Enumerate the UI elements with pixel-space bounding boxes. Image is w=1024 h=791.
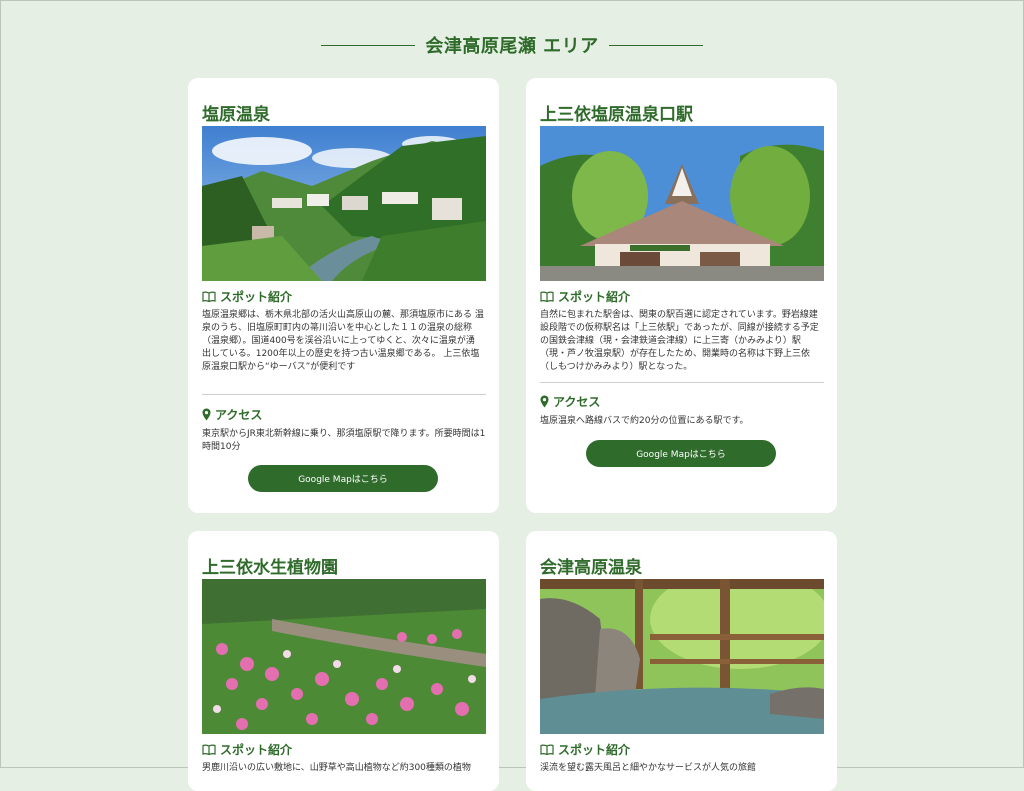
spot-description: 男鹿川沿いの広い敷地に、山野草や高山植物など約300種類の植物 (202, 763, 471, 773)
spot-card-kamimiyori-station: 上三依塩原温泉口駅 スポット紹介 自然に包まれた駅舎は、関東の駅百選に認定されて… (526, 78, 837, 513)
spot-intro-label: スポット紹介 (202, 288, 292, 305)
book-open-icon (202, 744, 216, 755)
access-text-label: アクセス (215, 408, 263, 422)
spot-card-aquatic-botanical-garden: 上三依水生植物園 スポット紹介 男鹿川沿いの広い敷地に、山野草や高山植物など約3… (188, 531, 499, 791)
spot-intro-text: スポット紹介 (220, 290, 293, 304)
map-pin-icon (540, 395, 549, 408)
spot-intro-label: スポット紹介 (202, 741, 292, 758)
card-title: 会津高原温泉 (540, 558, 642, 578)
divider (540, 382, 824, 383)
spot-intro-label: スポット紹介 (540, 288, 630, 305)
page-frame (0, 0, 1024, 768)
book-open-icon (202, 291, 216, 302)
photo-station-building (540, 126, 824, 281)
card-title: 塩原温泉 (202, 105, 270, 125)
spot-card-shiobara-onsen: 塩原温泉 スポット紹介 塩原温泉郷は、栃木県北部の活火山高原山の麓、那須塩原市に… (188, 78, 499, 513)
card-title: 上三依水生植物園 (202, 558, 338, 578)
book-open-icon (540, 744, 554, 755)
photo-shiobara-valley (202, 126, 486, 281)
book-open-icon (540, 291, 554, 302)
section-header: 会津高原尾瀬 エリア (0, 30, 1024, 60)
spot-intro-text: スポット紹介 (558, 290, 631, 304)
spot-description: 自然に包まれた駅舎は、関東の駅百選に認定されています。野岩線建設段階での仮称駅名… (540, 310, 819, 372)
access-label: アクセス (202, 406, 262, 423)
card-title: 上三依塩原温泉口駅 (540, 105, 693, 125)
map-pin-icon (202, 408, 211, 421)
access-description: 東京駅からJR東北新幹線に乗り、那須塩原駅で降ります。所要時間は1時間10分 (202, 429, 486, 452)
photo-outdoor-bath (540, 579, 824, 734)
spot-intro-label: スポット紹介 (540, 741, 630, 758)
access-label: アクセス (540, 393, 600, 410)
title-line-left (321, 44, 416, 46)
photo-flower-garden (202, 579, 486, 734)
spot-intro-text: スポット紹介 (558, 743, 631, 757)
access-text-label: アクセス (553, 395, 601, 409)
spot-description: 塩原温泉郷は、栃木県北部の活火山高原山の麓、那須塩原市にある 温泉のうち、旧塩原… (202, 310, 484, 372)
spot-card-aizu-kogen-onsen: 会津高原温泉 スポット紹介 渓流を望む露天風呂と細やかなサービスが人気の旅館 (526, 531, 837, 791)
google-map-button[interactable]: Google Mapはこちら (586, 440, 776, 467)
divider (202, 394, 486, 395)
spot-description: 渓流を望む露天風呂と細やかなサービスが人気の旅館 (540, 763, 757, 773)
google-map-button[interactable]: Google Mapはこちら (248, 465, 438, 492)
spot-intro-text: スポット紹介 (220, 743, 293, 757)
section-title: 会津高原尾瀬 エリア (425, 36, 599, 57)
title-line-right (608, 44, 703, 46)
access-description: 塩原温泉へ路線バスで約20分の位置にある駅です。 (540, 416, 749, 426)
